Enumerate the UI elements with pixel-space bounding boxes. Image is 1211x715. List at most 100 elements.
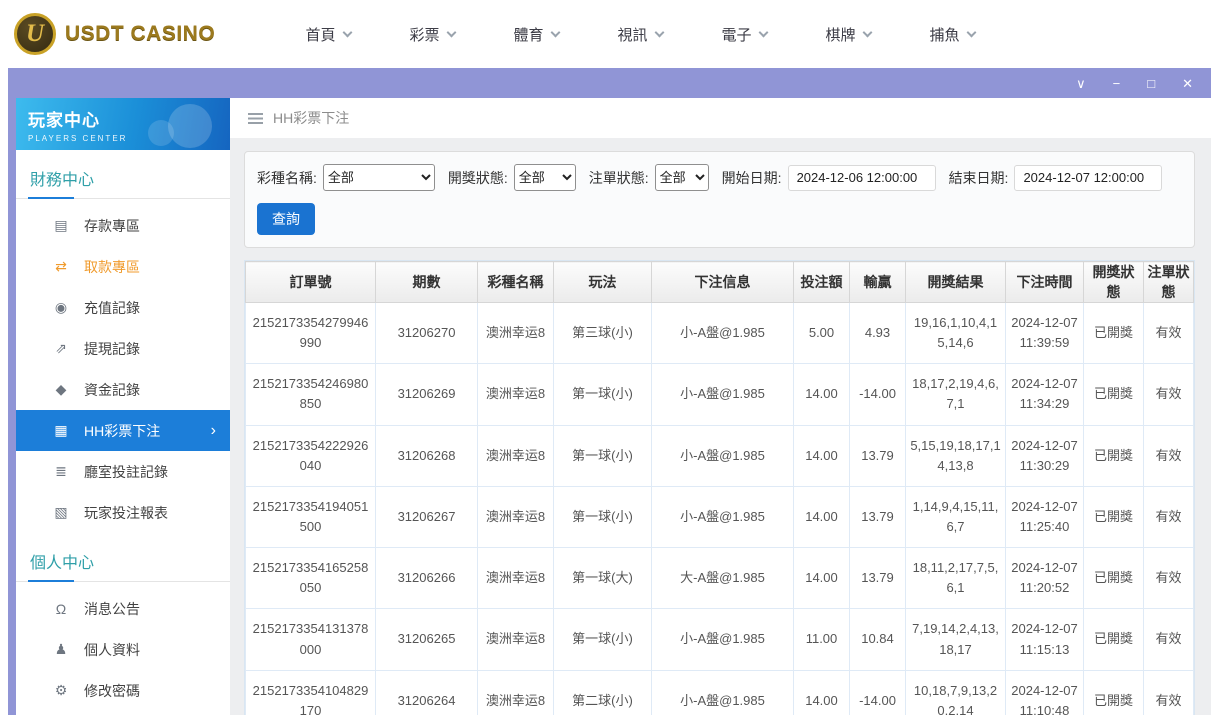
cell-bet-amount: 14.00 — [794, 364, 850, 425]
col-draw-result: 開獎結果 — [906, 262, 1006, 303]
cell-bet-time: 2024-12-07 11:15:13 — [1006, 609, 1084, 670]
section-heading-personal: 個人中心 — [16, 533, 230, 582]
main-menu: 首頁 彩票 體育 視訊 電子 棋牌 捕魚 — [276, 24, 1004, 45]
cell-bet-time: 2024-12-07 11:39:59 — [1006, 303, 1084, 364]
lottery-name-label: 彩種名稱: — [257, 168, 317, 188]
table-row: 2152173354246980850 31206269 澳洲幸运8 第一球(小… — [246, 364, 1194, 425]
cell-draw-status: 已開獎 — [1084, 670, 1144, 715]
site-logo[interactable]: U USDT CASINO — [14, 13, 246, 55]
nav-item[interactable]: 捕魚 — [900, 24, 1004, 45]
sidebar-item-deposit[interactable]: ▤ 存款專區 — [16, 205, 230, 246]
bets-table-container: 訂單號 期數 彩種名稱 玩法 下注信息 投注額 輸贏 開獎結果 下注時間 開獎狀… — [244, 260, 1195, 715]
cell-draw-status: 已開獎 — [1084, 303, 1144, 364]
nav-item[interactable]: 首頁 — [276, 24, 380, 45]
sidebar-item-label: 充值記錄 — [84, 298, 140, 318]
cell-order-status: 有效 — [1144, 609, 1194, 670]
sidebar-item-withdraw-records[interactable]: ⇗ 提現記錄 — [16, 328, 230, 369]
order-status-select[interactable]: 全部 — [655, 164, 709, 191]
gear-icon: ⚙ — [52, 682, 70, 699]
bets-table: 訂單號 期數 彩種名稱 玩法 下注信息 投注額 輸贏 開獎結果 下注時間 開獎狀… — [245, 261, 1194, 715]
sidebar-subtitle: PLAYERS CENTER — [28, 134, 218, 143]
nav-item[interactable]: 彩票 — [380, 24, 484, 45]
cell-draw-result: 18,11,2,17,7,5,6,1 — [906, 548, 1006, 609]
col-win-loss: 輸贏 — [850, 262, 906, 303]
sidebar-item-change-password[interactable]: ⚙ 修改密碼 — [16, 670, 230, 711]
main-content: HH彩票下注 彩種名稱: 全部 開獎狀態: 全部 — [230, 98, 1211, 715]
col-bet-time: 下注時間 — [1006, 262, 1084, 303]
cell-draw-result: 5,15,19,18,17,14,13,8 — [906, 425, 1006, 486]
cell-lottery-name: 澳洲幸运8 — [478, 486, 554, 547]
filter-panel: 彩種名稱: 全部 開獎狀態: 全部 注單狀態: 全 — [244, 151, 1195, 248]
col-play-type: 玩法 — [554, 262, 652, 303]
cell-bet-amount: 14.00 — [794, 486, 850, 547]
nav-item[interactable]: 電子 — [692, 24, 796, 45]
cell-bet-info: 小-A盤@1.985 — [652, 425, 794, 486]
site-top-nav: U USDT CASINO 首頁 彩票 體育 視訊 電子 棋牌 — [0, 0, 1211, 68]
minimize-icon[interactable]: − — [1113, 77, 1121, 90]
table-row: 2152173354165258050 31206266 澳洲幸运8 第一球(大… — [246, 548, 1194, 609]
cell-play-type: 第一球(小) — [554, 425, 652, 486]
players-center-window: ∨ − □ ✕ 玩家中心 PLAYERS CENTER 財務中心 ▤ 存款專區 — [8, 68, 1211, 715]
cell-order-no: 2152173354165258050 — [246, 548, 376, 609]
nav-item[interactable]: 視訊 — [588, 24, 692, 45]
cell-draw-status: 已開獎 — [1084, 364, 1144, 425]
cell-order-status: 有效 — [1144, 303, 1194, 364]
chevron-down-icon — [446, 28, 456, 38]
cell-order-status: 有效 — [1144, 364, 1194, 425]
user-icon: ♟ — [52, 641, 70, 658]
sidebar-item-withdraw[interactable]: ⇄ 取款專區 — [16, 246, 230, 287]
withdraw-card-icon: ⇄ — [52, 258, 70, 275]
draw-status-select[interactable]: 全部 — [514, 164, 576, 191]
cell-bet-time: 2024-12-07 11:25:40 — [1006, 486, 1084, 547]
close-icon[interactable]: ✕ — [1182, 77, 1193, 90]
col-bet-info: 下注信息 — [652, 262, 794, 303]
nav-item[interactable]: 體育 — [484, 24, 588, 45]
cell-bet-amount: 5.00 — [794, 303, 850, 364]
cell-draw-result: 7,19,14,2,4,13,18,17 — [906, 609, 1006, 670]
report-icon: ▧ — [52, 504, 70, 521]
cell-order-status: 有效 — [1144, 425, 1194, 486]
table-row: 2152173354194051500 31206267 澳洲幸运8 第一球(小… — [246, 486, 1194, 547]
menu-toggle-icon[interactable] — [248, 113, 263, 124]
end-date-input[interactable] — [1014, 165, 1162, 191]
cell-draw-status: 已開獎 — [1084, 486, 1144, 547]
sidebar-item-room-bet-records[interactable]: ≣ 廳室投註記錄 — [16, 451, 230, 492]
rollup-icon[interactable]: ∨ — [1076, 77, 1086, 90]
sidebar-item-hh-lottery-bets[interactable]: ▦ HH彩票下注 › — [16, 410, 230, 451]
table-row: 2152173354222926040 31206268 澳洲幸运8 第一球(小… — [246, 425, 1194, 486]
sidebar-item-label: 取款專區 — [84, 257, 140, 277]
search-button[interactable]: 查詢 — [257, 203, 315, 235]
cell-order-no: 2152173354131378000 — [246, 609, 376, 670]
col-period: 期數 — [376, 262, 478, 303]
cell-bet-amount: 11.00 — [794, 609, 850, 670]
cell-play-type: 第一球(小) — [554, 486, 652, 547]
cell-lottery-name: 澳洲幸运8 — [478, 548, 554, 609]
lottery-name-select[interactable]: 全部 — [323, 164, 435, 191]
start-date-input[interactable] — [788, 165, 936, 191]
nav-item[interactable]: 棋牌 — [796, 24, 900, 45]
sidebar-item-recharge-records[interactable]: ◉ 充值記錄 — [16, 287, 230, 328]
cell-order-no: 2152173354222926040 — [246, 425, 376, 486]
moneybag-icon: ◉ — [52, 299, 70, 316]
cell-lottery-name: 澳洲幸运8 — [478, 670, 554, 715]
sidebar-item-label: 提現記錄 — [84, 339, 140, 359]
col-draw-status: 開獎狀態 — [1084, 262, 1144, 303]
cell-draw-status: 已開獎 — [1084, 425, 1144, 486]
cell-play-type: 第一球(大) — [554, 548, 652, 609]
logo-text: USDT CASINO — [65, 22, 215, 46]
sidebar-item-player-bet-report[interactable]: ▧ 玩家投注報表 — [16, 492, 230, 533]
order-status-label: 注單狀態: — [589, 168, 649, 188]
cell-bet-info: 小-A盤@1.985 — [652, 364, 794, 425]
chevron-down-icon — [342, 28, 352, 38]
draw-status-label: 開獎狀態: — [448, 168, 508, 188]
sidebar-item-profile[interactable]: ♟ 個人資料 — [16, 629, 230, 670]
sidebar-item-label: 修改密碼 — [84, 681, 140, 701]
cell-draw-status: 已開獎 — [1084, 548, 1144, 609]
sidebar-item-fund-records[interactable]: ◆ 資金記錄 — [16, 369, 230, 410]
chevron-right-icon: › — [211, 422, 216, 440]
cell-bet-info: 大-A盤@1.985 — [652, 548, 794, 609]
sidebar-item-announcements[interactable]: Ω 消息公告 — [16, 588, 230, 629]
maximize-icon[interactable]: □ — [1147, 77, 1155, 90]
cell-period: 31206268 — [376, 425, 478, 486]
col-bet-amount: 投注額 — [794, 262, 850, 303]
